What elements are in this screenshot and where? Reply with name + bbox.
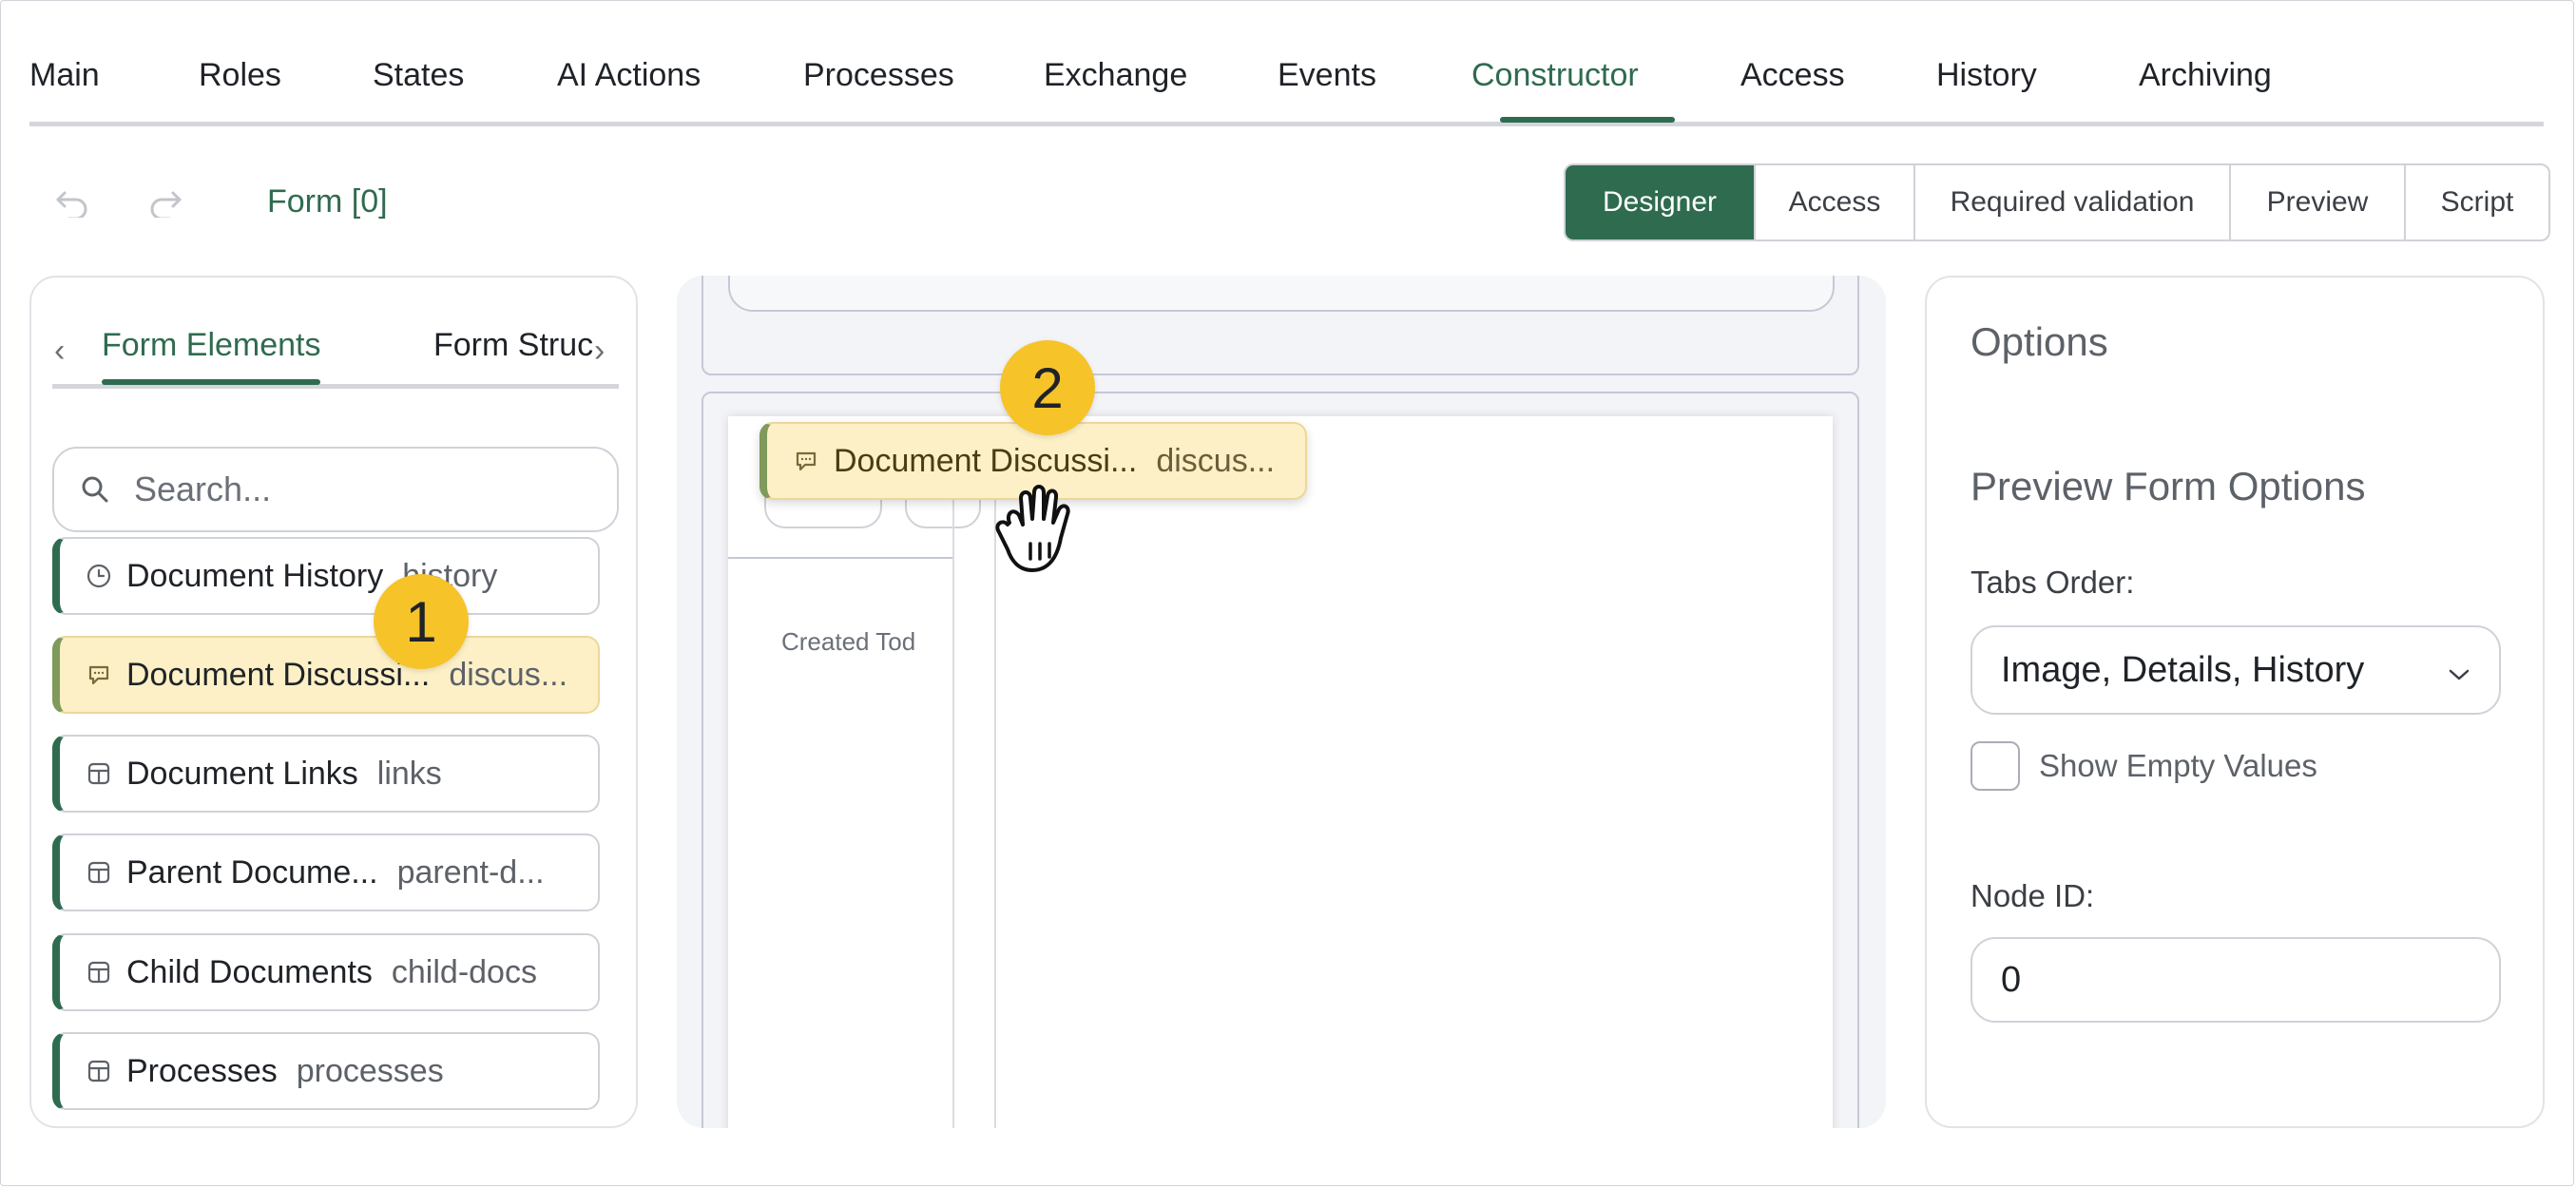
table-icon xyxy=(85,858,113,887)
redo-icon[interactable] xyxy=(144,182,186,224)
item-key: links xyxy=(376,755,442,792)
item-key: discus... xyxy=(1156,442,1276,479)
tab-archiving[interactable]: Archiving xyxy=(2139,57,2272,94)
preview-created-text: Created Tod xyxy=(781,627,916,656)
panel-tab-bar: ‹ Form Elements Form Struc › xyxy=(52,316,619,389)
tab-processes[interactable]: Processes xyxy=(803,57,954,94)
table-icon xyxy=(85,759,113,788)
table-icon xyxy=(85,958,113,987)
item-key: discus... xyxy=(449,656,568,693)
node-id-label: Node ID: xyxy=(1970,878,2095,913)
preview-options-heading: Preview Form Options xyxy=(1970,464,2366,508)
list-item-parent-documents[interactable]: Parent Docume... parent-d... xyxy=(52,834,600,911)
panel-tab-indicator xyxy=(102,379,320,385)
tab-exchange[interactable]: Exchange xyxy=(1044,57,1187,94)
preview-divider xyxy=(728,557,952,559)
form-preview-area[interactable]: Created Tod xyxy=(728,416,1833,1128)
tab-ai-actions[interactable]: AI Actions xyxy=(557,57,701,94)
tab-form-elements[interactable]: Form Elements xyxy=(102,327,321,364)
required-validation-mode-button[interactable]: Required validation xyxy=(1913,165,2229,240)
options-title: Options xyxy=(1970,319,2108,364)
search-input[interactable] xyxy=(132,469,592,510)
mode-switcher: Designer Access Required validation Prev… xyxy=(1564,163,2550,241)
item-name: Document Discussi... xyxy=(834,442,1138,479)
list-item-document-history[interactable]: Document History history xyxy=(52,537,600,615)
options-panel: Options Preview Form Options Tabs Order:… xyxy=(1925,276,2545,1128)
item-name: Processes xyxy=(126,1052,278,1089)
item-name: Child Documents xyxy=(126,953,373,990)
list-item-document-links[interactable]: Document Links links xyxy=(52,735,600,813)
chevron-left-icon[interactable]: ‹ xyxy=(54,333,65,370)
clock-icon xyxy=(85,562,113,590)
active-tab-indicator xyxy=(1500,117,1675,123)
item-name: Parent Docume... xyxy=(126,853,378,891)
item-name: Document Links xyxy=(126,755,358,792)
search-icon xyxy=(79,473,111,506)
canvas-block-top[interactable] xyxy=(702,276,1859,375)
element-search xyxy=(52,447,619,532)
tab-events[interactable]: Events xyxy=(1278,57,1376,94)
designer-canvas[interactable]: Created Tod xyxy=(677,276,1886,1128)
show-empty-values-toggle[interactable]: Show Empty Values xyxy=(1970,741,2317,791)
comment-icon xyxy=(792,447,820,475)
undo-icon[interactable] xyxy=(51,182,93,224)
list-item-child-documents[interactable]: Child Documents child-docs xyxy=(52,933,600,1011)
show-empty-values-checkbox[interactable] xyxy=(1970,741,2020,791)
access-mode-button[interactable]: Access xyxy=(1754,165,1913,240)
tab-access[interactable]: Access xyxy=(1740,57,1845,94)
tab-main[interactable]: Main xyxy=(29,57,100,94)
form-title: Form [0] xyxy=(267,183,388,220)
item-key: child-docs xyxy=(391,953,537,990)
tab-states[interactable]: States xyxy=(373,57,464,94)
show-empty-values-label: Show Empty Values xyxy=(2039,748,2317,783)
canvas-block-top-inner xyxy=(728,276,1835,312)
list-item-processes[interactable]: Processes processes xyxy=(52,1032,600,1110)
item-key: parent-d... xyxy=(396,853,545,891)
step-badge-2: 2 xyxy=(1000,340,1095,435)
table-icon xyxy=(85,1057,113,1085)
list-item-document-discussion[interactable]: Document Discussi... discus... xyxy=(52,636,600,714)
tab-constructor[interactable]: Constructor xyxy=(1471,57,1639,94)
node-id-input[interactable] xyxy=(1970,937,2501,1023)
tab-history[interactable]: History xyxy=(1936,57,2037,94)
chevron-down-icon xyxy=(2448,650,2470,691)
chevron-right-icon[interactable]: › xyxy=(594,333,605,370)
form-elements-panel: ‹ Form Elements Form Struc › Document Hi… xyxy=(29,276,638,1128)
designer-mode-button[interactable]: Designer xyxy=(1566,165,1754,240)
item-name: Document Discussi... xyxy=(126,656,431,693)
top-tab-bar: Main Roles States AI Actions Processes E… xyxy=(29,34,2544,126)
preview-column-divider xyxy=(952,462,954,1128)
comment-icon xyxy=(85,661,113,689)
item-name: Document History xyxy=(126,557,384,594)
script-mode-button[interactable]: Script xyxy=(2404,165,2548,240)
grab-hand-cursor-icon xyxy=(981,477,1086,582)
tabs-order-label: Tabs Order: xyxy=(1970,565,2135,600)
item-key: processes xyxy=(296,1052,444,1089)
step-badge-1: 1 xyxy=(374,574,469,669)
tab-roles[interactable]: Roles xyxy=(199,57,281,94)
tabs-order-value: Image, Details, History xyxy=(2001,649,2365,690)
preview-mode-button[interactable]: Preview xyxy=(2229,165,2404,240)
tab-form-structure[interactable]: Form Struc xyxy=(433,327,593,364)
tabs-order-select[interactable]: Image, Details, History xyxy=(1970,625,2501,715)
